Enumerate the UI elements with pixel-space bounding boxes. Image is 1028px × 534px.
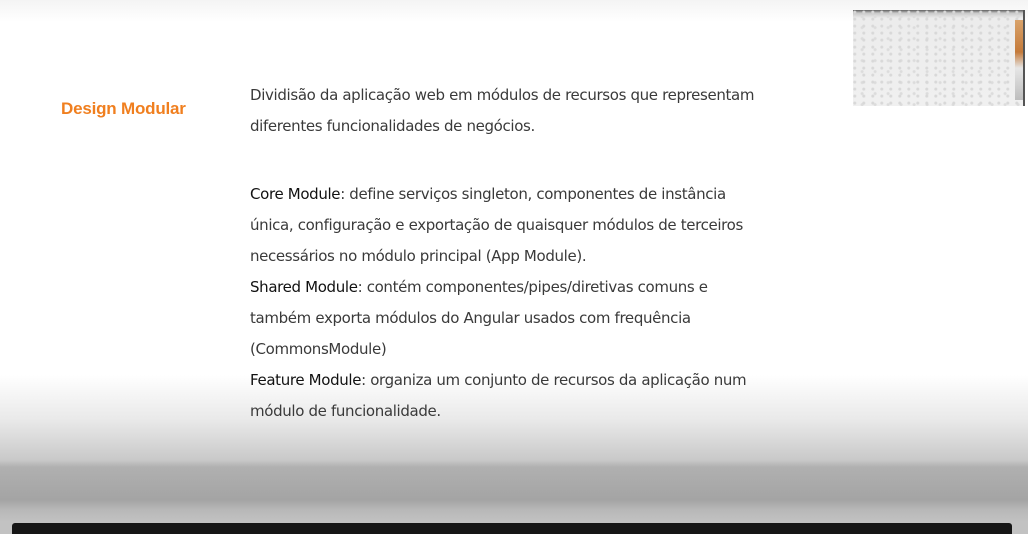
module-core-name: Core Module [250, 185, 341, 203]
module-feature-name: Feature Module [250, 371, 362, 389]
slide: Design Modular Dividisão da aplicação we… [0, 0, 1028, 534]
module-feature: Feature Module: organiza um conjunto de … [250, 365, 770, 427]
player-control-bar[interactable] [12, 523, 1012, 534]
webcam-thumbnail [853, 10, 1025, 106]
module-shared-name: Shared Module [250, 278, 358, 296]
slide-title: Design Modular [61, 99, 186, 118]
module-core: Core Module: define serviços singleton, … [250, 179, 770, 272]
thumbnail-accent [1015, 20, 1023, 100]
slide-body: Dividisão da aplicação web em módulos de… [250, 80, 770, 427]
intro-paragraph: Dividisão da aplicação web em módulos de… [250, 86, 755, 135]
module-shared: Shared Module: contém componentes/pipes/… [250, 272, 770, 365]
